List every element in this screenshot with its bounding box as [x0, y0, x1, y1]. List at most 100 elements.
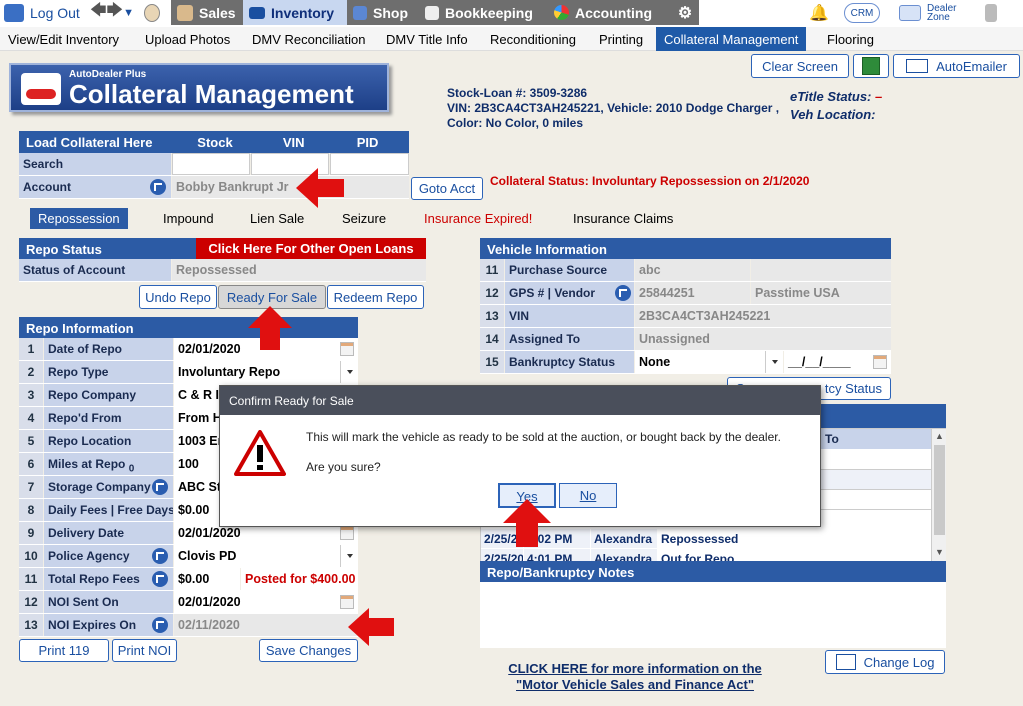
col-pid: PID [356, 135, 379, 150]
calendar-icon[interactable] [340, 526, 354, 540]
vehicle-field-value[interactable]: None [635, 351, 783, 373]
search-row: Search [19, 153, 409, 176]
label-text: Daily Fees | Free Days [48, 503, 173, 517]
row-number: 1 [19, 338, 43, 360]
subnav-collateral-management[interactable]: Collateral Management [656, 27, 807, 51]
lookup-icon[interactable] [150, 179, 166, 195]
vehicle-field-label: VIN [505, 305, 634, 327]
stock-search-input[interactable] [172, 153, 250, 175]
label-text: Miles at Repo [48, 457, 126, 471]
scroll-down-icon[interactable]: ▼ [935, 547, 944, 557]
tab-sales[interactable]: Sales [171, 0, 243, 25]
repo-field-label: Miles at Repo 0 [44, 453, 173, 475]
lookup-icon[interactable] [152, 479, 168, 495]
gear-icon[interactable]: ⚙ [671, 0, 699, 25]
subnav-printing[interactable]: Printing [599, 32, 643, 47]
goto-acct-button[interactable]: Goto Acct [411, 177, 483, 200]
subnav-reconditioning[interactable]: Reconditioning [490, 32, 576, 47]
autoemailer-button[interactable]: AutoEmailer [893, 54, 1020, 78]
back-arrow-icon[interactable]: 🡄 [90, 0, 107, 26]
row-number: 15 [480, 351, 504, 373]
search-label: Search [19, 153, 171, 175]
clear-screen-button[interactable]: Clear Screen [751, 54, 849, 78]
crm-button[interactable]: CRM [844, 0, 882, 25]
lookup-icon[interactable] [615, 285, 631, 301]
tab-inventory[interactable]: Inventory [243, 0, 347, 25]
tab-shop[interactable]: Shop [347, 0, 419, 25]
calendar-icon[interactable] [340, 595, 354, 609]
other-open-loans-button[interactable]: Click Here For Other Open Loans [196, 238, 426, 259]
redeem-repo-button[interactable]: Redeem Repo [327, 285, 424, 309]
dealer-zone-button[interactable]: Dealer Zone [899, 0, 969, 25]
sub-navigation: View/Edit Inventory Upload Photos DMV Re… [0, 27, 1023, 51]
tab-lien-sale[interactable]: Lien Sale [242, 208, 312, 229]
repo-row: 13 NOI Expires On 02/11/2020 [19, 614, 358, 637]
tab-insurance-expired[interactable]: Insurance Expired! [416, 208, 540, 229]
lookup-icon[interactable] [152, 571, 168, 587]
subnav-dmv-title-info[interactable]: DMV Title Info [386, 32, 468, 47]
bell-icon[interactable]: 🔔 [809, 0, 829, 25]
status-of-account-label: Status of Account [19, 259, 171, 281]
annotation-arrow-up [248, 306, 292, 350]
subnav-dmv-reconciliation[interactable]: DMV Reconciliation [252, 32, 365, 47]
change-log-button[interactable]: Change Log [825, 650, 945, 674]
sales-icon [177, 4, 193, 21]
account-value: Bobby Bankrupt Jr [172, 176, 409, 198]
forward-arrow-icon[interactable]: 🡆 [107, 0, 124, 26]
history-scrollbar[interactable]: ▲ ▼ [931, 429, 946, 562]
edit-note-icon [835, 654, 856, 670]
undo-repo-button[interactable]: Undo Repo [139, 285, 217, 309]
tab-bookkeeping[interactable]: Bookkeeping [419, 0, 548, 25]
chevron-down-icon[interactable] [765, 351, 783, 373]
save-changes-button[interactable]: Save Changes [259, 639, 358, 662]
tab-repossession[interactable]: Repossession [30, 208, 128, 229]
lookup-icon[interactable] [152, 548, 168, 564]
dialog-message: This will mark the vehicle as ready to b… [306, 430, 781, 444]
notes-textarea[interactable] [480, 582, 946, 648]
history-cell-action: Repossessed [658, 529, 931, 548]
repo-field-input[interactable]: 02/01/2020 [174, 591, 358, 613]
repo-field-label: Daily Fees | Free Days [44, 499, 173, 521]
repo-field-label: Repo Company [44, 384, 173, 406]
logout-button[interactable]: Log Out [4, 0, 84, 25]
chevron-down-icon[interactable]: ▼ [123, 7, 134, 19]
print-119-button[interactable]: Print 119 [19, 639, 109, 662]
print-noi-button[interactable]: Print NOI [112, 639, 177, 662]
tab-insurance-claims[interactable]: Insurance Claims [565, 208, 681, 229]
repo-field-input[interactable]: Clovis PD [174, 545, 358, 567]
col-vin: VIN [282, 135, 305, 150]
subnav-upload-photos[interactable]: Upload Photos [145, 32, 230, 47]
repo-field-label: Repo Location [44, 430, 173, 452]
page-logo: AutoDealer Plus Collateral Management [9, 63, 389, 112]
tab-accounting[interactable]: Accounting [548, 0, 671, 25]
repo-row: 12 NOI Sent On 02/01/2020 [19, 591, 358, 614]
repo-field-input[interactable]: Involuntary Repo [174, 361, 358, 383]
vehicle-field-value-2: Passtime USA [751, 282, 891, 304]
chevron-down-icon[interactable] [340, 361, 358, 383]
calendar-icon[interactable] [340, 342, 354, 356]
calculator-icon[interactable] [985, 0, 1003, 25]
repo-field-input: 02/11/2020 [174, 614, 358, 636]
subnav-flooring[interactable]: Flooring [827, 32, 874, 47]
scroll-up-icon[interactable]: ▲ [935, 431, 944, 441]
subnav-view-edit-inventory[interactable]: View/Edit Inventory [8, 32, 119, 47]
export-excel-button[interactable] [853, 54, 889, 78]
label-text: NOI Sent On [48, 595, 119, 609]
car-icon [249, 6, 265, 19]
lookup-icon[interactable] [152, 617, 168, 633]
chevron-down-icon[interactable] [340, 545, 358, 567]
user-avatar-icon[interactable] [144, 0, 166, 25]
row-number: 5 [19, 430, 43, 452]
dialog-question: Are you sure? [306, 460, 381, 474]
mvsfa-info-link[interactable]: CLICK HERE for more information on the "… [505, 661, 765, 693]
nav-arrows[interactable]: 🡄 🡆 ▼ [90, 0, 136, 25]
repo-field-input[interactable]: $0.00 [174, 568, 240, 590]
no-button[interactable]: No [559, 483, 617, 508]
calendar-icon[interactable] [873, 355, 887, 369]
col-stock: Stock [197, 135, 233, 150]
tab-impound[interactable]: Impound [155, 208, 222, 229]
repo-row: 1 Date of Repo 02/01/2020 [19, 338, 358, 361]
scroll-thumb[interactable] [934, 445, 945, 535]
tab-seizure[interactable]: Seizure [334, 208, 394, 229]
label-text: Repo Type [48, 365, 109, 379]
